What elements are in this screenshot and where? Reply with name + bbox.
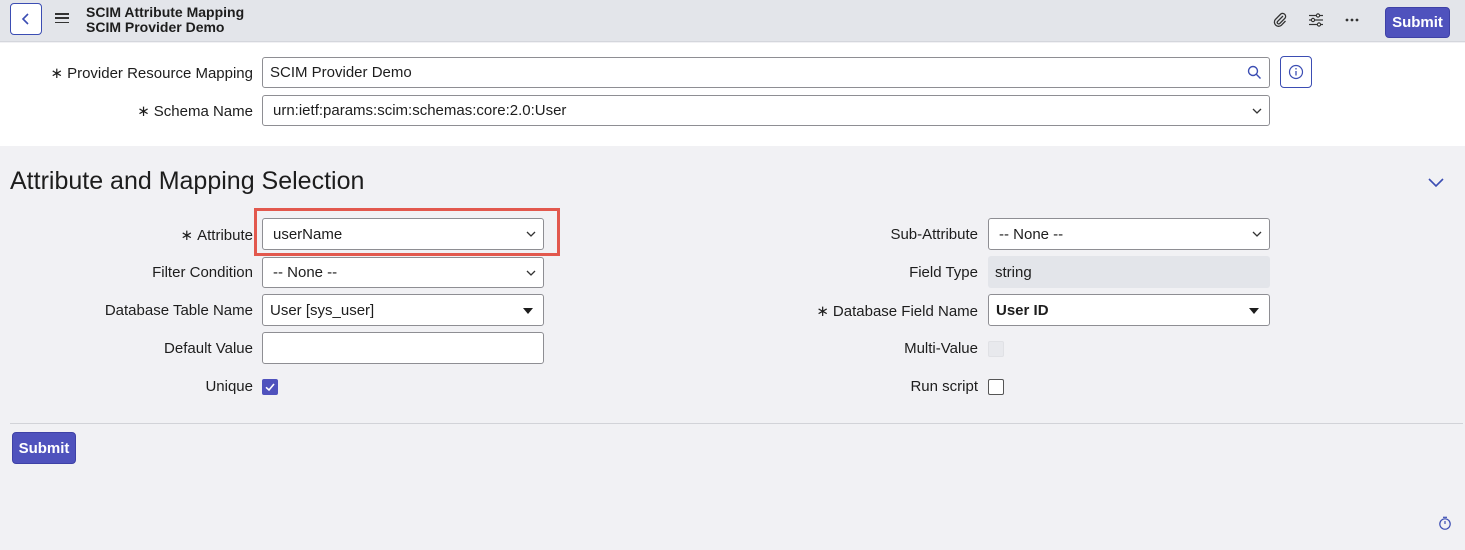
- timer-icon[interactable]: [1438, 516, 1452, 530]
- back-button[interactable]: [10, 3, 42, 35]
- run-script-label: Run script: [910, 378, 978, 395]
- field-type-label: Field Type: [909, 264, 978, 281]
- database-field-name-select[interactable]: User ID: [988, 294, 1270, 326]
- sub-attribute-label: Sub-Attribute: [890, 226, 978, 243]
- database-table-name-select[interactable]: User [sys_user]: [262, 294, 544, 326]
- provider-resource-mapping-input[interactable]: SCIM Provider Demo: [262, 57, 1240, 88]
- page-subtitle: SCIM Provider Demo: [86, 19, 225, 35]
- chevron-down-icon[interactable]: [1426, 172, 1446, 192]
- chevron-down-icon: [1252, 231, 1262, 237]
- header-submit-button[interactable]: Submit: [1385, 7, 1450, 38]
- search-icon: [1247, 65, 1261, 79]
- divider: [10, 423, 1463, 424]
- info-button[interactable]: [1280, 56, 1312, 88]
- field-type-value: string: [988, 256, 1270, 288]
- header-bar: SCIM Attribute Mapping SCIM Provider Dem…: [0, 0, 1465, 42]
- default-value-input[interactable]: [262, 332, 544, 364]
- menu-icon[interactable]: [55, 11, 69, 25]
- sub-attribute-select[interactable]: -- None --: [988, 218, 1270, 250]
- check-icon: [265, 383, 275, 392]
- database-field-name-label: ∗ Database Field Name: [816, 303, 978, 320]
- more-icon[interactable]: [1342, 10, 1362, 30]
- back-icon: [21, 13, 29, 25]
- caret-down-icon: [1249, 308, 1259, 314]
- attribute-select[interactable]: userName: [262, 218, 544, 250]
- default-value-label: Default Value: [164, 340, 253, 357]
- settings-sliders-icon[interactable]: [1306, 10, 1326, 30]
- submit-button[interactable]: Submit: [12, 432, 76, 464]
- caret-down-icon: [523, 308, 533, 314]
- multi-value-label: Multi-Value: [904, 340, 978, 357]
- schema-name-select[interactable]: urn:ietf:params:scim:schemas:core:2.0:Us…: [262, 95, 1270, 126]
- filter-condition-select[interactable]: -- None --: [262, 257, 544, 288]
- page-title: SCIM Attribute Mapping: [86, 4, 245, 20]
- paperclip-icon[interactable]: [1270, 10, 1290, 30]
- chevron-down-icon: [526, 231, 536, 237]
- info-icon: [1288, 64, 1304, 80]
- lookup-button[interactable]: [1239, 57, 1270, 88]
- section-title: Attribute and Mapping Selection: [10, 167, 365, 195]
- filter-condition-label: Filter Condition: [152, 264, 253, 281]
- schema-name-label: ∗ Schema Name: [137, 103, 253, 120]
- database-table-name-label: Database Table Name: [104, 302, 253, 319]
- provider-resource-mapping-label: ∗ Provider Resource Mapping: [50, 65, 253, 82]
- multi-value-checkbox: [988, 341, 1004, 357]
- attribute-label: ∗ Attribute: [180, 227, 253, 244]
- chevron-down-icon: [1252, 108, 1262, 114]
- unique-label: Unique: [205, 378, 253, 395]
- unique-checkbox[interactable]: [262, 379, 278, 395]
- required-mark: ∗: [50, 65, 64, 82]
- run-script-checkbox[interactable]: [988, 379, 1004, 395]
- chevron-down-icon: [526, 270, 536, 276]
